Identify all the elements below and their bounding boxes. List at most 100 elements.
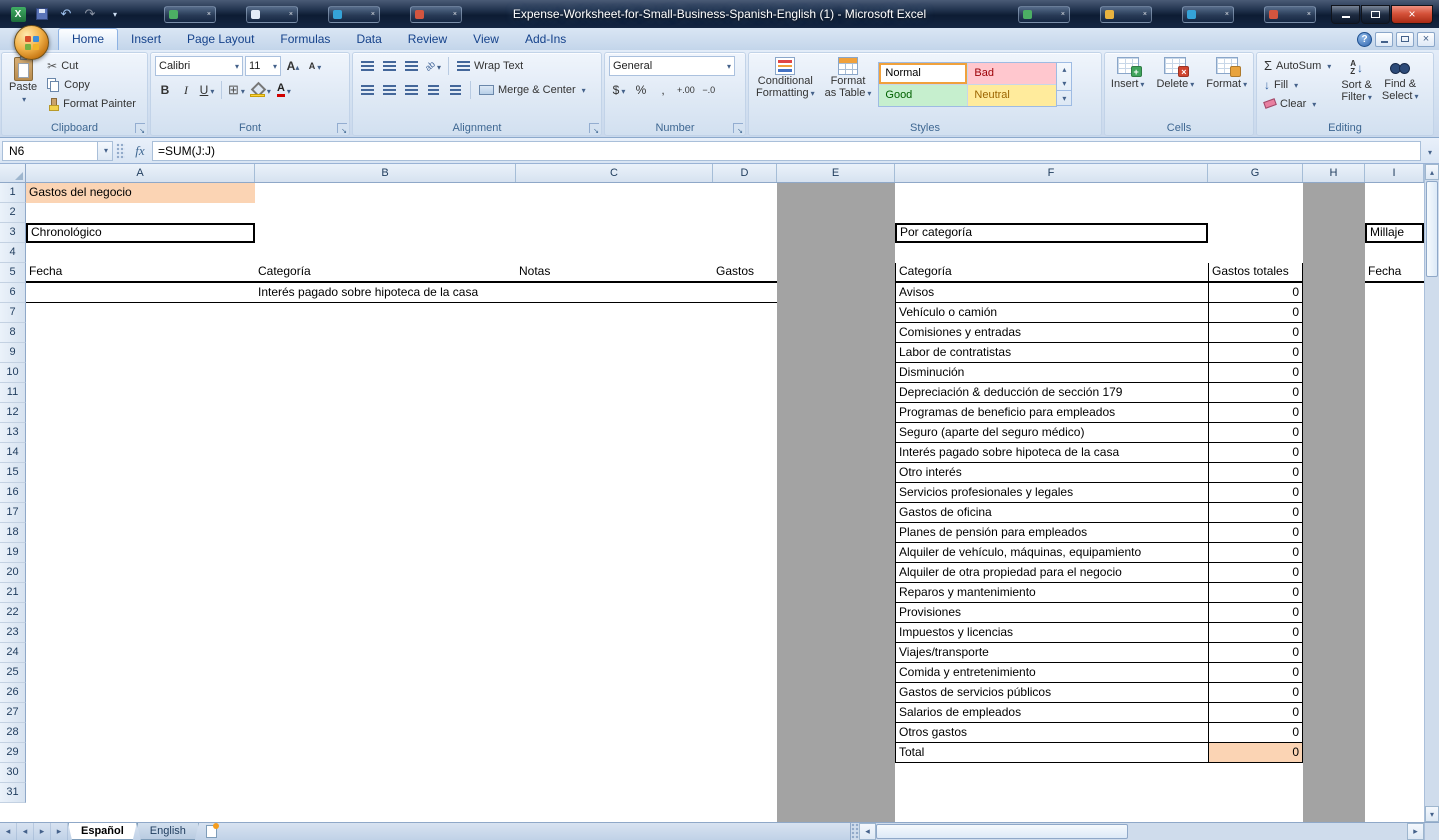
cell-H11[interactable] [1303,383,1365,403]
scroll-down-button[interactable] [1425,806,1439,822]
cell-G15[interactable]: 0 [1208,463,1303,483]
row-header-17[interactable]: 17 [0,503,26,523]
cell-B10[interactable] [255,363,516,383]
sort-filter-button[interactable]: AZ↓ Sort & Filter [1338,56,1375,105]
titlebar-window-chip[interactable] [328,6,380,23]
cell-D11[interactable] [713,383,777,403]
cell-G20[interactable]: 0 [1208,563,1303,583]
cell-E18[interactable] [777,523,895,543]
cell-G2[interactable] [1208,203,1303,223]
row-header-1[interactable]: 1 [0,183,26,203]
cell-G23[interactable]: 0 [1208,623,1303,643]
vertical-scroll-thumb[interactable] [1426,181,1438,277]
cell-H26[interactable] [1303,683,1365,703]
cell-H16[interactable] [1303,483,1365,503]
cell-E29[interactable] [777,743,895,763]
cell-D23[interactable] [713,623,777,643]
cell-G26[interactable]: 0 [1208,683,1303,703]
cell-H3[interactable] [1303,223,1365,243]
help-button[interactable]: ? [1357,32,1372,47]
cell-D10[interactable] [713,363,777,383]
font-size-select[interactable]: 11 [245,56,281,76]
cell-E13[interactable] [777,423,895,443]
row-header-27[interactable]: 27 [0,703,26,723]
cell-H21[interactable] [1303,583,1365,603]
cell-F12[interactable]: Programas de beneficio para empleados [895,403,1208,423]
cell-E23[interactable] [777,623,895,643]
cell-D19[interactable] [713,543,777,563]
cell-I4[interactable] [1365,243,1424,263]
column-header-D[interactable]: D [713,164,777,182]
name-box[interactable]: N6 [2,141,98,161]
ribbon-tab-data[interactable]: Data [343,28,394,50]
cell-B14[interactable] [255,443,516,463]
cell-A13[interactable] [26,423,255,443]
cell-style-normal[interactable]: Normal [879,63,967,84]
cell-D12[interactable] [713,403,777,423]
scroll-up-button[interactable] [1425,164,1439,180]
cell-H5[interactable] [1303,263,1365,283]
cell-C17[interactable] [516,503,713,523]
cell-F11[interactable]: Depreciación & deducción de sección 179 [895,383,1208,403]
cell-D3[interactable] [713,223,777,243]
cell-D15[interactable] [713,463,777,483]
workbook-restore-button[interactable] [1396,32,1414,47]
cell-E31[interactable] [777,783,895,803]
row-header-15[interactable]: 15 [0,463,26,483]
cell-E26[interactable] [777,683,895,703]
cell-A1[interactable]: Gastos del negocio [26,183,255,203]
cell-E10[interactable] [777,363,895,383]
cell-I8[interactable] [1365,323,1424,343]
cell-G22[interactable]: 0 [1208,603,1303,623]
cell-I1[interactable] [1365,183,1424,203]
cut-button[interactable]: ✂Cut [44,56,139,75]
cell-F18[interactable]: Planes de pensión para empleados [895,523,1208,543]
cell-I21[interactable] [1365,583,1424,603]
column-header-H[interactable]: H [1303,164,1365,182]
cell-I24[interactable] [1365,643,1424,663]
cell-D5[interactable]: Gastos [713,263,777,283]
delete-cells-button[interactable]: × Delete [1153,56,1197,92]
cell-A6[interactable] [26,283,255,303]
cell-E9[interactable] [777,343,895,363]
row-header-7[interactable]: 7 [0,303,26,323]
cell-B31[interactable] [255,783,516,803]
cell-F13[interactable]: Seguro (aparte del seguro médico) [895,423,1208,443]
cell-C30[interactable] [516,763,713,783]
italic-button[interactable]: I [176,80,196,100]
cell-H18[interactable] [1303,523,1365,543]
cell-C22[interactable] [516,603,713,623]
cell-H13[interactable] [1303,423,1365,443]
cell-style-good[interactable]: Good [879,85,967,106]
cell-C10[interactable] [516,363,713,383]
cell-C31[interactable] [516,783,713,803]
cell-E6[interactable] [777,283,895,303]
cell-B5[interactable]: Categoría [255,263,516,283]
cell-D13[interactable] [713,423,777,443]
cell-E24[interactable] [777,643,895,663]
decrease-indent-button[interactable] [423,80,443,100]
cell-A19[interactable] [26,543,255,563]
cell-E16[interactable] [777,483,895,503]
cell-E22[interactable] [777,603,895,623]
cell-A28[interactable] [26,723,255,743]
cell-F29[interactable]: Total [895,743,1208,763]
cell-C24[interactable] [516,643,713,663]
cell-G14[interactable]: 0 [1208,443,1303,463]
autosum-button[interactable]: ΣAutoSum [1261,56,1334,75]
cell-F25[interactable]: Comida y entretenimiento [895,663,1208,683]
cell-F19[interactable]: Alquiler de vehículo, máquinas, equipami… [895,543,1208,563]
row-header-28[interactable]: 28 [0,723,26,743]
cell-A5[interactable]: Fecha [26,263,255,283]
ribbon-tab-add-ins[interactable]: Add-Ins [512,28,579,50]
cell-F16[interactable]: Servicios profesionales y legales [895,483,1208,503]
cell-B26[interactable] [255,683,516,703]
paste-dropdown[interactable] [20,93,26,105]
cell-G28[interactable]: 0 [1208,723,1303,743]
underline-button[interactable]: U [197,80,217,100]
vertical-scroll-track[interactable] [1425,278,1439,806]
cell-F5[interactable]: Categoría [895,263,1208,283]
bold-button[interactable]: B [155,80,175,100]
cell-D30[interactable] [713,763,777,783]
cell-G1[interactable] [1208,183,1303,203]
